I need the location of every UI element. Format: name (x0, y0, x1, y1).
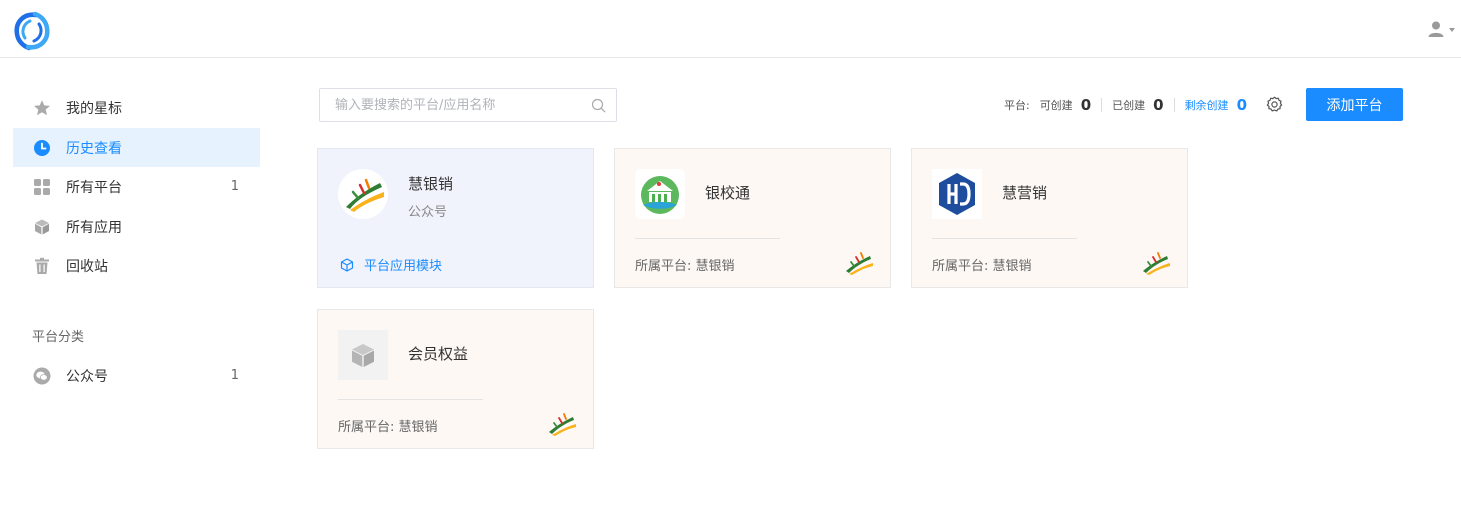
stats-divider (1101, 98, 1103, 112)
user-icon (1428, 21, 1444, 37)
platform-logo-icon (846, 252, 873, 275)
card-divider (932, 238, 1077, 239)
remaining-label: 剩余创建 (1184, 99, 1229, 112)
card-platform: 所属平台: 慧银销 (932, 255, 1032, 274)
platform-value: 慧银销 (398, 420, 438, 435)
platform-app-module-link[interactable]: 平台应用模块 (340, 255, 442, 274)
card-platform: 所属平台: 慧银销 (338, 416, 438, 435)
created-label: 已创建 (1112, 99, 1146, 112)
settings-icon[interactable] (1266, 96, 1283, 113)
card-platform: 所属平台: 慧银销 (635, 255, 735, 274)
app-card[interactable]: 慧营销 所属平台: 慧银销 (911, 148, 1188, 288)
card-divider (635, 238, 780, 239)
platform-logo-icon (1143, 252, 1170, 275)
sidebar-item-label: 公众号 (66, 368, 108, 385)
card-divider (338, 399, 483, 400)
remaining-value: 0 (1236, 96, 1247, 114)
sidebar-item-label: 我的星标 (66, 100, 122, 117)
huiyinxiao-logo (338, 169, 388, 219)
module-label: 平台应用模块 (364, 259, 443, 274)
card-title: 银校通 (705, 184, 751, 202)
platform-logo-icon (549, 413, 576, 436)
category-section-title: 平台分类 (32, 330, 85, 345)
platform-value: 慧银销 (992, 259, 1032, 274)
app-card[interactable]: 会员权益 所属平台: 慧银销 (317, 309, 594, 449)
sidebar-item-label: 所有平台 (66, 179, 122, 196)
trash-icon (33, 257, 51, 275)
sidebar-item-all-apps[interactable]: 所有应用 (13, 207, 260, 246)
category-count: 1 (230, 368, 239, 383)
clock-icon (33, 139, 51, 157)
chevron-down-icon (1449, 28, 1455, 32)
app-logo[interactable] (10, 10, 54, 52)
card-title: 慧营销 (1002, 184, 1048, 202)
search-icon[interactable] (591, 98, 606, 113)
card-subtitle: 公众号 (408, 205, 448, 220)
sidebar-item-wechat-official[interactable]: 公众号 1 (13, 356, 260, 395)
wechat-icon (33, 367, 51, 385)
platform-count: 1 (230, 179, 239, 194)
created-value: 0 (1153, 96, 1164, 114)
search-box (319, 88, 617, 122)
cube-placeholder-icon (338, 330, 388, 380)
platform-card[interactable]: 慧银销 公众号 平台应用模块 (317, 148, 594, 288)
can-create-value: 0 (1080, 96, 1092, 114)
stats-platform-label: 平台: (1003, 99, 1030, 112)
yinxiaotong-logo (635, 169, 685, 219)
platform-label: 所属平台: (338, 420, 395, 435)
add-platform-button[interactable]: 添加平台 (1306, 88, 1403, 121)
sidebar-item-starred[interactable]: 我的星标 (13, 88, 260, 127)
star-icon (33, 99, 51, 117)
cube-icon (33, 218, 51, 236)
sidebar-item-recycle-bin[interactable]: 回收站 (13, 246, 260, 285)
platform-label: 所属平台: (932, 259, 989, 274)
search-input[interactable] (320, 89, 616, 121)
cube-outline-icon (340, 257, 354, 272)
platform-stats: 平台: 可创建 0 已创建 0 剩余创建 0 (1004, 92, 1247, 118)
sidebar-item-history[interactable]: 历史查看 (13, 128, 260, 167)
sidebar-item-label: 所有应用 (66, 219, 122, 236)
card-title: 慧银销 (408, 175, 454, 193)
card-title: 会员权益 (408, 345, 469, 363)
sidebar-item-label: 历史查看 (66, 140, 122, 157)
huiyingxiao-logo (932, 169, 982, 219)
platform-label: 所属平台: (635, 259, 692, 274)
grid-icon (33, 178, 51, 196)
top-bar (0, 0, 1461, 58)
app-card[interactable]: 银校通 所属平台: 慧银销 (614, 148, 891, 288)
sidebar: 我的星标 历史查看 所有平台 1 所有应用 回收站 平台分类 公众号 1 (0, 58, 262, 513)
sidebar-item-label: 回收站 (66, 258, 108, 275)
stats-divider (1173, 98, 1175, 112)
platform-value: 慧银销 (695, 259, 735, 274)
sidebar-item-all-platforms[interactable]: 所有平台 1 (13, 167, 260, 206)
can-create-label: 可创建 (1039, 99, 1073, 112)
user-menu[interactable] (1427, 20, 1455, 38)
